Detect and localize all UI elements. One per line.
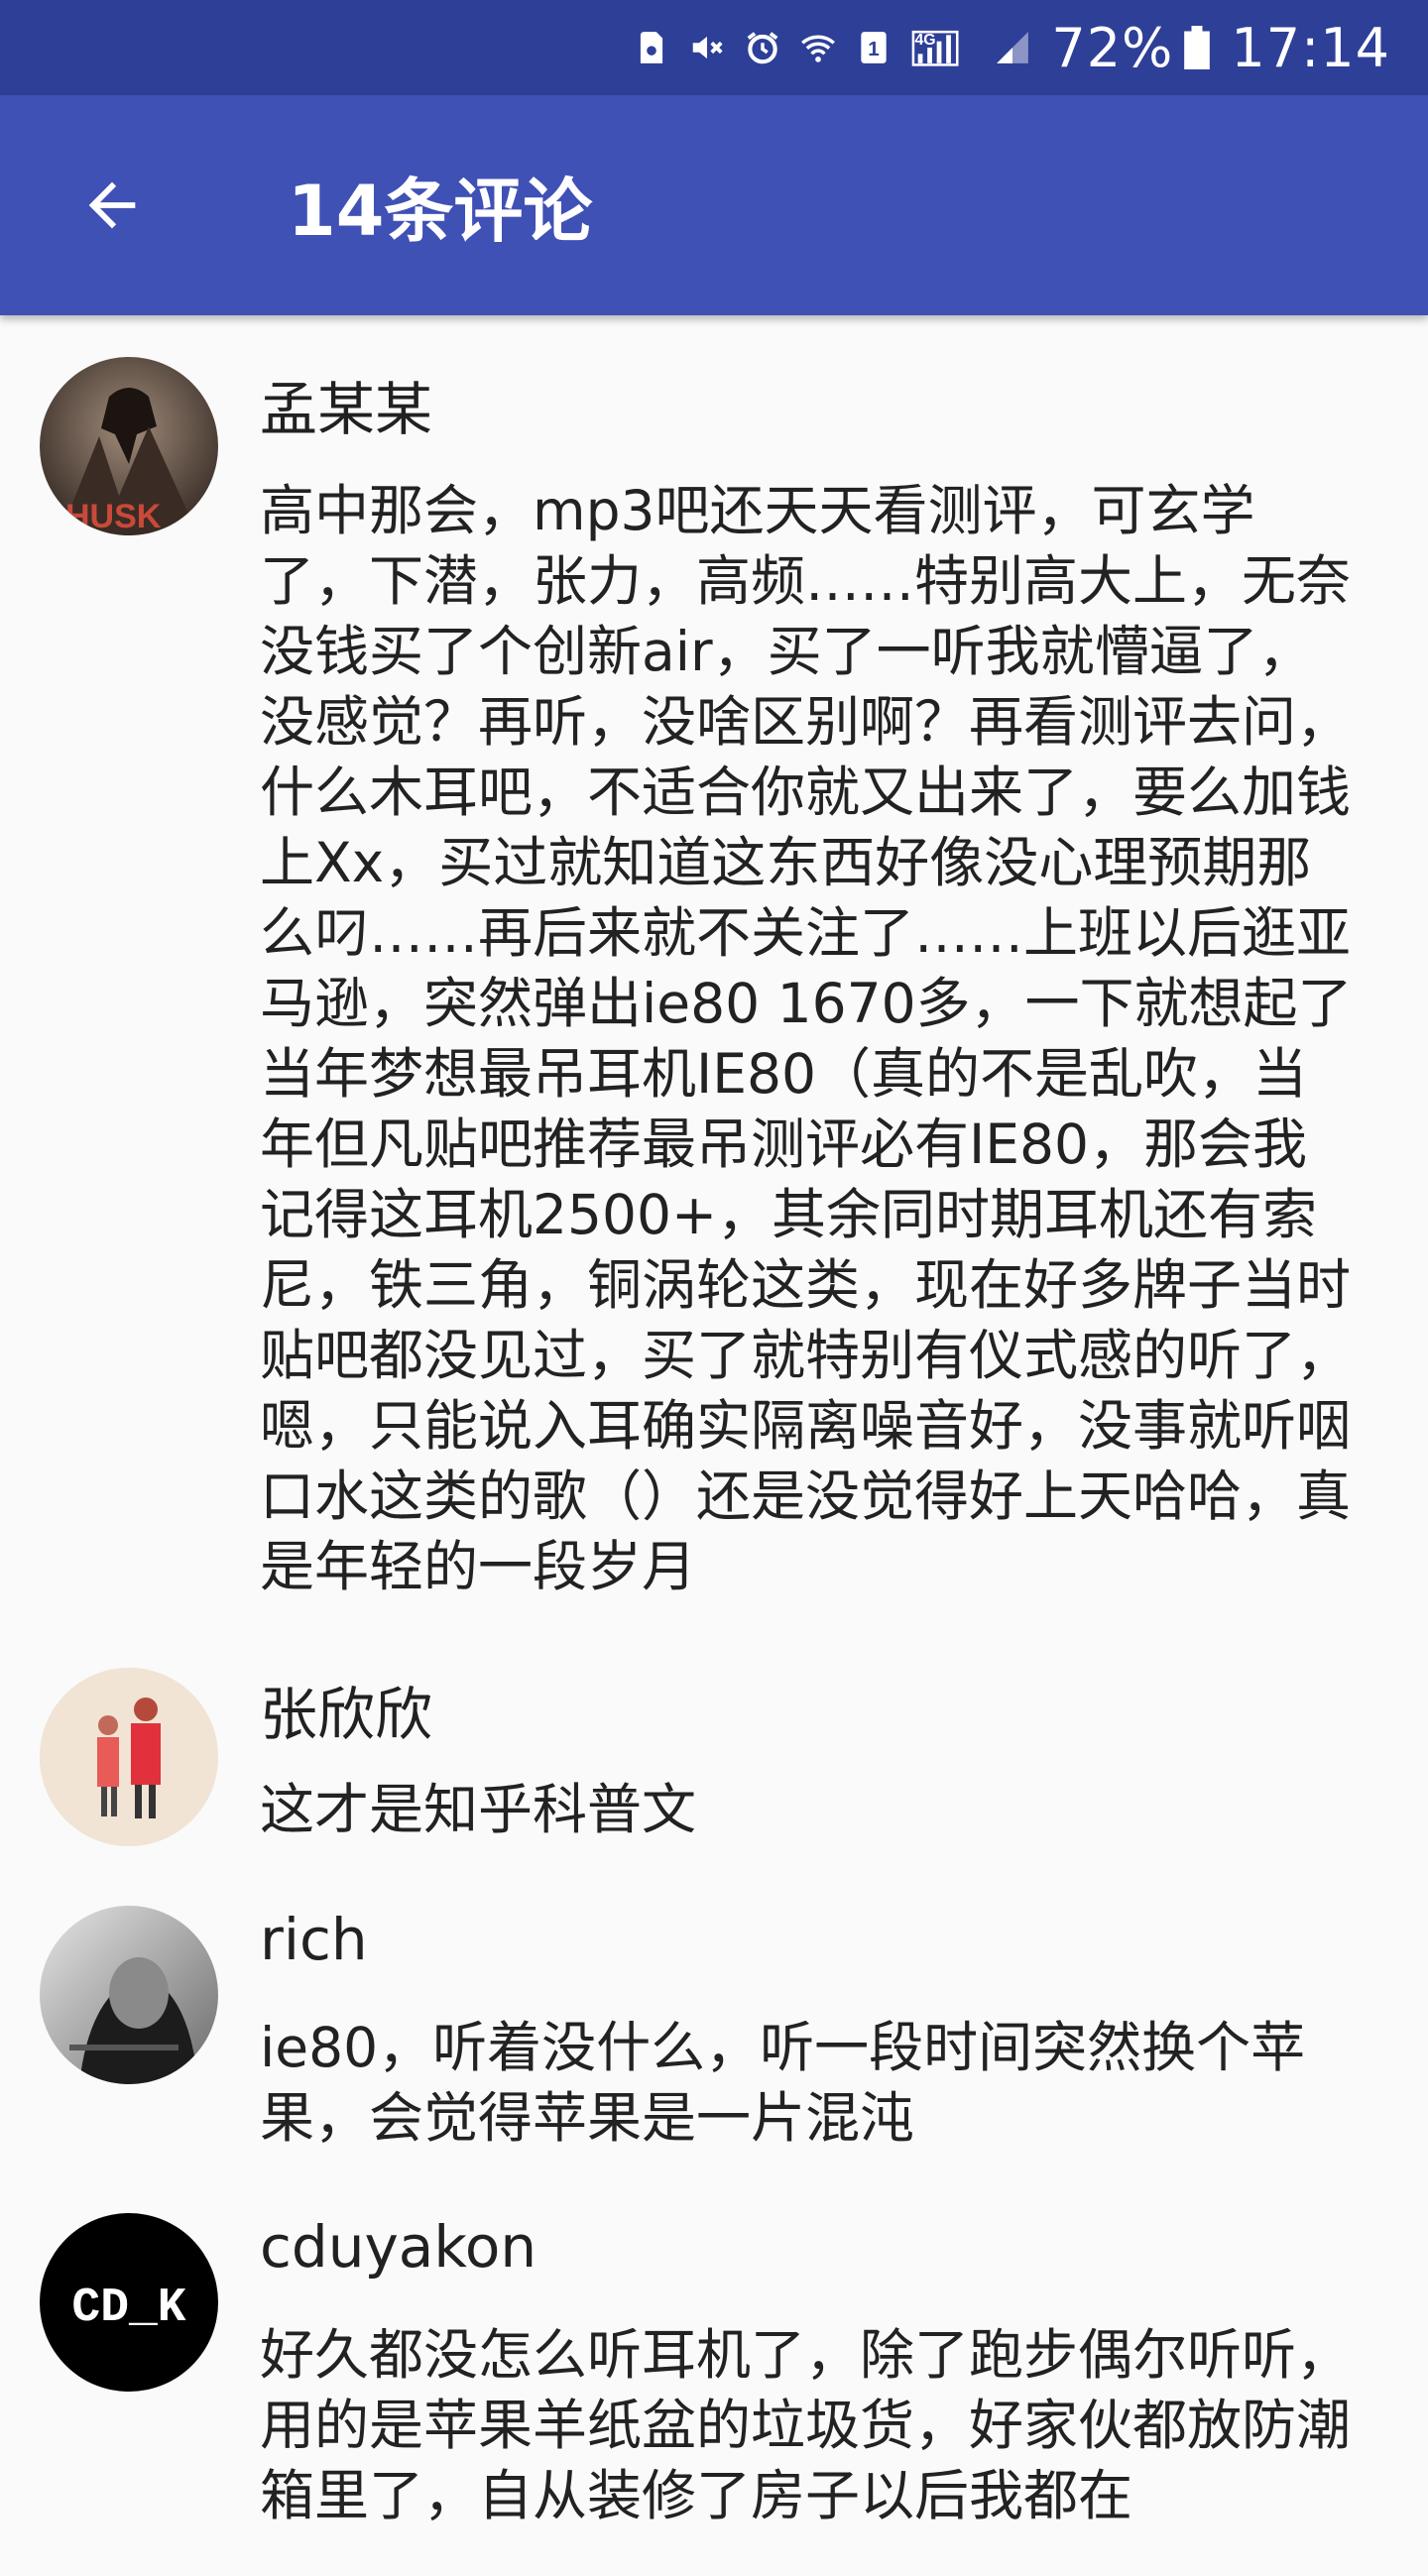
svg-text:4G: 4G xyxy=(915,32,936,49)
comment-item[interactable]: rich ie80，听着没什么，听一段时间突然换个苹果，会觉得苹果是一片混沌 xyxy=(0,1872,1428,2179)
alarm-icon xyxy=(744,29,781,66)
sim-slot-icon: 1 xyxy=(855,29,892,66)
page-title: 14条评论 xyxy=(288,170,593,252)
svg-text:HUSK: HUSK xyxy=(65,498,162,535)
signal-icon xyxy=(994,29,1031,66)
battery-icon xyxy=(1184,26,1211,69)
status-icons: 1 4G xyxy=(633,29,1031,66)
sim-card-icon xyxy=(633,29,670,66)
battery-percent: 72% xyxy=(1051,16,1174,79)
comment-content: 好久都没怎么听耳机了，除了跑步偶尔听听，用的是苹果羊纸盆的垃圾货，好家伙都放防潮… xyxy=(260,2323,1352,2527)
avatar[interactable] xyxy=(40,1668,218,1846)
comment-content: 高中那会，mp3吧还天天看测评，可玄学了，下潜，张力，高频……特别高大上，无奈没… xyxy=(260,479,1353,1598)
comment-item[interactable]: 张欣欣 这才是知乎科普文 xyxy=(0,1634,1428,1872)
svg-text:CD_K: CD_K xyxy=(71,2282,185,2335)
comment-author[interactable]: 张欣欣 xyxy=(260,1668,432,1751)
back-button[interactable] xyxy=(48,141,177,270)
avatar[interactable]: CD_K xyxy=(40,2213,218,2392)
comment-content: 这才是知乎科普文 xyxy=(260,1778,697,1841)
comment-author[interactable]: rich xyxy=(260,1906,368,1973)
svg-text:1: 1 xyxy=(869,38,880,60)
avatar[interactable]: HUSK xyxy=(40,357,218,535)
clock: 17:14 xyxy=(1231,16,1390,79)
comment-list[interactable]: HUSK 孟某某 高中那会，mp3吧还天天看测评，可玄学了，下潜，张力，高频……… xyxy=(0,315,1428,2576)
arrow-left-icon xyxy=(88,181,136,229)
wifi-icon xyxy=(799,29,837,66)
status-bar: 1 4G 72% 17:14 xyxy=(0,0,1428,95)
avatar[interactable] xyxy=(40,1906,218,2084)
comment-item[interactable]: CD_K cduyakon 好久都没怎么听耳机了，除了跑步偶尔听听，用的是苹果羊… xyxy=(0,2179,1428,2576)
app-toolbar: 14条评论 xyxy=(0,95,1428,315)
comment-author[interactable]: 孟某某 xyxy=(260,363,432,446)
comment-item[interactable]: HUSK 孟某某 高中那会，mp3吧还天天看测评，可玄学了，下潜，张力，高频……… xyxy=(0,315,1428,1634)
signal-4g-icon: 4G xyxy=(910,29,976,66)
comment-author[interactable]: cduyakon xyxy=(260,2213,536,2281)
comment-content: ie80，听着没什么，听一段时间突然换个苹果，会觉得苹果是一片混沌 xyxy=(260,2016,1306,2150)
vibrate-mute-icon xyxy=(688,29,726,66)
